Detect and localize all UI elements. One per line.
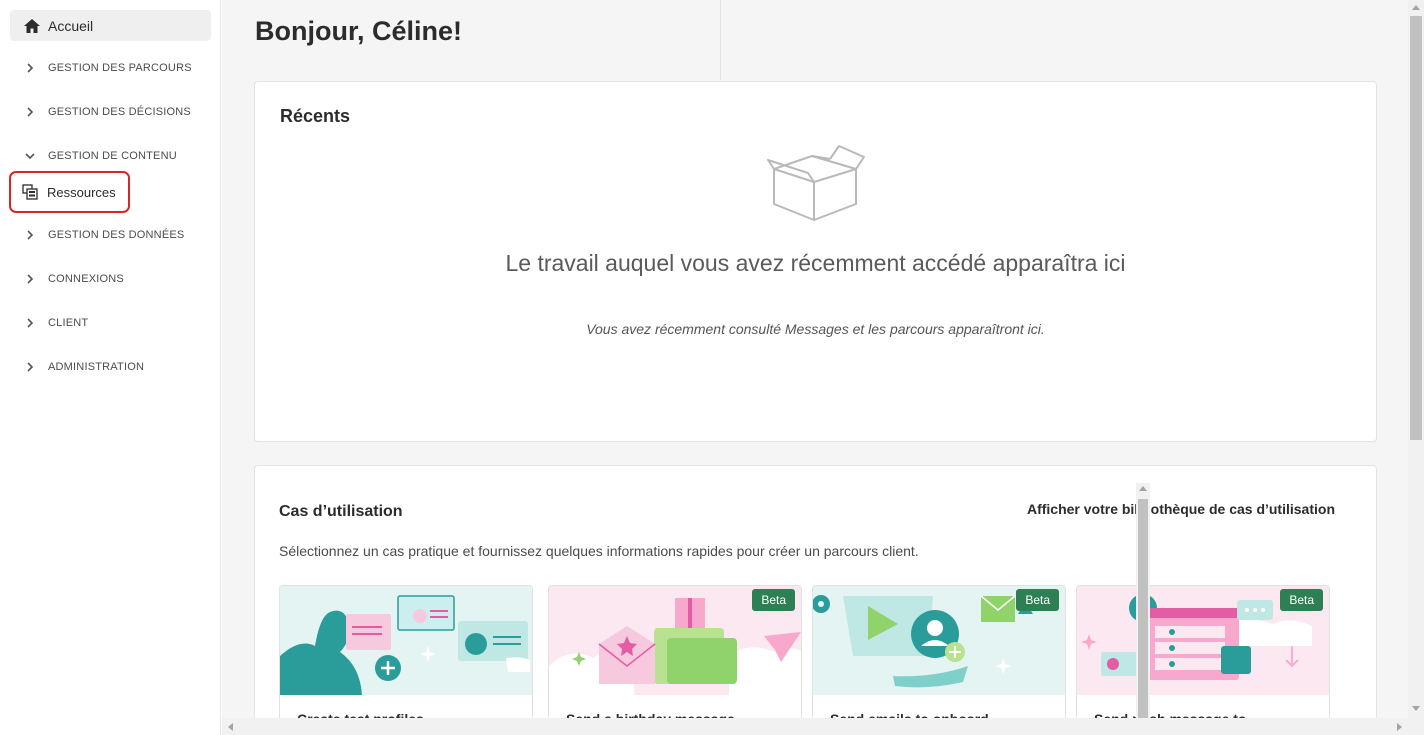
assets-icon bbox=[22, 184, 38, 200]
use-case-card[interactable]: Beta Send push message to bbox=[1076, 585, 1330, 735]
sidebar-item-ressources[interactable]: Ressources bbox=[22, 182, 116, 202]
sidebar-section-label: GESTION DE CONTENU bbox=[48, 150, 177, 162]
chevron-right-icon bbox=[22, 271, 38, 287]
beta-badge: Beta bbox=[752, 589, 795, 611]
page-scrollbar[interactable] bbox=[1408, 0, 1424, 735]
sidebar-item-home[interactable]: Accueil bbox=[10, 10, 211, 41]
onboard-emails-illustration: Beta bbox=[813, 586, 1065, 695]
sidebar-section-client[interactable]: CLIENT bbox=[22, 313, 88, 333]
chevron-right-icon bbox=[22, 359, 38, 375]
sidebar-section-label: GESTION DES DÉCISIONS bbox=[48, 106, 191, 118]
empty-state-heading: Le travail auquel vous avez récemment ac… bbox=[505, 250, 1126, 276]
scroll-up-arrow-icon[interactable] bbox=[1412, 5, 1420, 10]
scroll-right-arrow-icon[interactable] bbox=[1397, 723, 1402, 731]
recents-title: Récents bbox=[280, 106, 351, 126]
use-cases-title: Cas d’utilisation bbox=[279, 503, 403, 520]
scroll-down-arrow-icon[interactable] bbox=[1412, 706, 1420, 711]
sidebar-section-label: GESTION DES PARCOURS bbox=[48, 62, 192, 74]
sidebar-section-label: GESTION DES DONNÉES bbox=[48, 229, 185, 241]
chevron-right-icon bbox=[22, 227, 38, 243]
sidebar-section-label: ADMINISTRATION bbox=[48, 361, 145, 373]
sidebar-section-label: CONNEXIONS bbox=[48, 273, 124, 285]
use-case-library-link[interactable]: Afficher votre bibliothèque de cas d’uti… bbox=[1027, 501, 1335, 517]
scrollbar-thumb[interactable] bbox=[1138, 499, 1148, 723]
empty-state-subtext: Vous avez récemment consulté Messages et… bbox=[586, 321, 1045, 337]
sidebar-section-label: CLIENT bbox=[48, 317, 89, 329]
empty-box-icon bbox=[765, 144, 867, 227]
page-title: Bonjour, Céline! bbox=[255, 16, 463, 46]
use-case-card[interactable]: Create test profiles bbox=[279, 585, 533, 735]
main-content: Bonjour, Céline! Récents Le travail auqu… bbox=[222, 0, 1408, 735]
app-window: Accueil GESTION DES PARCOURS GESTION DES… bbox=[0, 0, 1424, 735]
use-cases-description: Sélectionnez un cas pratique et fourniss… bbox=[279, 543, 919, 559]
beta-badge: Beta bbox=[1280, 589, 1323, 611]
sidebar: Accueil GESTION DES PARCOURS GESTION DES… bbox=[0, 0, 221, 735]
home-icon bbox=[22, 16, 42, 36]
sidebar-section-administration[interactable]: ADMINISTRATION bbox=[22, 357, 144, 377]
sidebar-section-donnees[interactable]: GESTION DES DONNÉES bbox=[22, 225, 184, 245]
sidebar-section-decisions[interactable]: GESTION DES DÉCISIONS bbox=[22, 102, 191, 122]
use-cases-panel: Cas d’utilisation Afficher votre bibliot… bbox=[254, 465, 1377, 735]
scroll-up-arrow-icon[interactable] bbox=[1139, 486, 1147, 491]
chevron-down-icon bbox=[22, 148, 38, 164]
horizontal-scrollbar[interactable] bbox=[222, 718, 1408, 735]
recents-panel: Récents Le travail auquel vous avez réce… bbox=[254, 81, 1377, 442]
chevron-right-icon bbox=[22, 315, 38, 331]
chevron-right-icon bbox=[22, 60, 38, 76]
push-message-illustration: Beta bbox=[1077, 586, 1329, 695]
divider bbox=[720, 0, 721, 80]
scroll-left-arrow-icon[interactable] bbox=[228, 723, 233, 731]
use-case-card[interactable]: Beta Send emails to onboard bbox=[812, 585, 1066, 735]
sidebar-section-parcours[interactable]: GESTION DES PARCOURS bbox=[22, 58, 192, 78]
sidebar-item-label: Ressources bbox=[47, 184, 116, 200]
test-profiles-illustration bbox=[280, 586, 532, 695]
sidebar-item-label: Accueil bbox=[48, 17, 94, 34]
birthday-message-illustration: Beta bbox=[549, 586, 801, 695]
use-case-card[interactable]: Beta Send a birthday message bbox=[548, 585, 802, 735]
scrollbar-thumb[interactable] bbox=[1410, 16, 1422, 440]
sidebar-section-contenu[interactable]: GESTION DE CONTENU bbox=[22, 146, 177, 166]
chevron-right-icon bbox=[22, 104, 38, 120]
sidebar-section-connexions[interactable]: CONNEXIONS bbox=[22, 269, 124, 289]
use-cases-scrollbar[interactable] bbox=[1136, 483, 1150, 723]
beta-badge: Beta bbox=[1016, 589, 1059, 611]
